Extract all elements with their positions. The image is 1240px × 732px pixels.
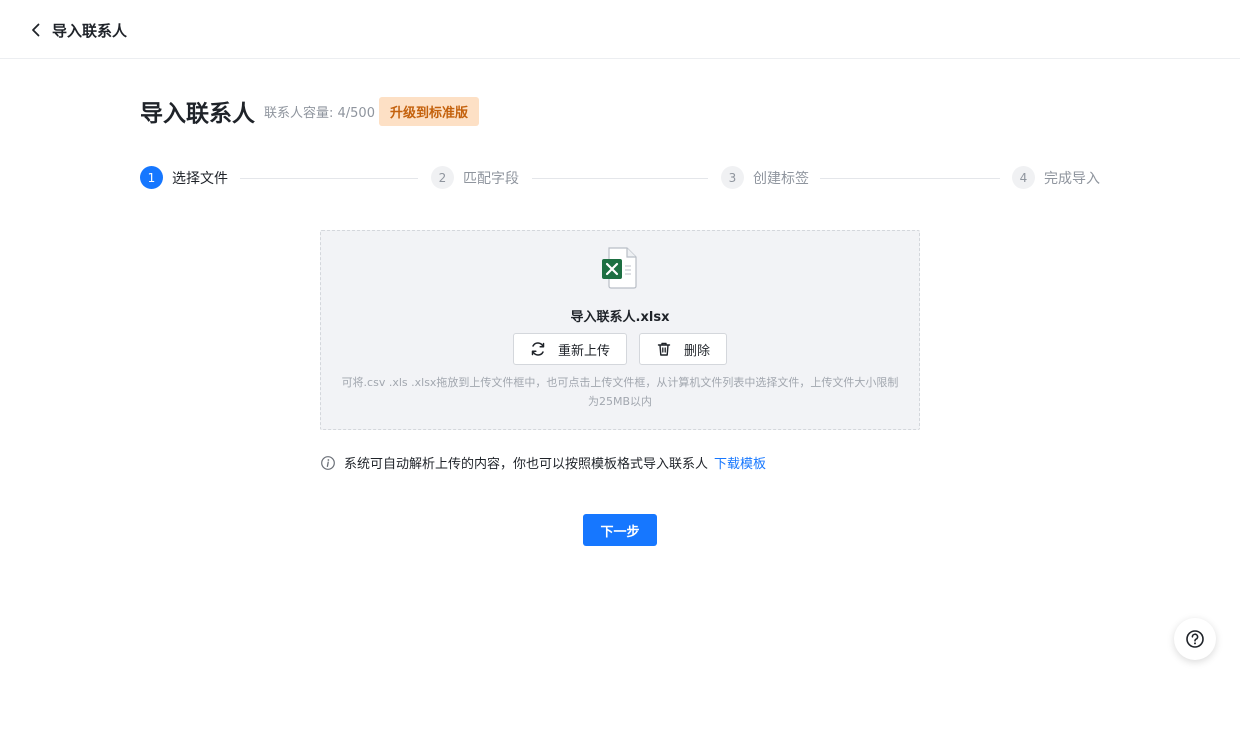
back-button[interactable]: 导入联系人 xyxy=(28,18,127,42)
step-connector xyxy=(532,178,708,179)
step-label: 选择文件 xyxy=(172,170,228,187)
step-match-fields: 2 匹配字段 xyxy=(431,166,519,189)
step-label: 匹配字段 xyxy=(463,170,519,187)
download-template-link[interactable]: 下载模板 xyxy=(714,453,766,472)
steps-bar: 1 选择文件 2 匹配字段 3 创建标签 4 完成导入 xyxy=(140,166,1100,190)
reupload-label: 重新上传 xyxy=(557,343,610,359)
trash-icon xyxy=(657,342,671,356)
upload-dropzone[interactable]: 导入联系人.xlsx 重新上传 删除 可将.csv .xls .xlsx拖放到上… xyxy=(320,230,920,430)
step-connector xyxy=(240,178,418,179)
step-number: 4 xyxy=(1012,166,1035,189)
refresh-icon xyxy=(531,342,545,356)
contact-capacity: 联系人容量: 4/500 xyxy=(264,105,375,121)
step-label: 创建标签 xyxy=(753,170,809,187)
reupload-button[interactable]: 重新上传 xyxy=(512,333,627,365)
step-select-file: 1 选择文件 xyxy=(140,166,228,189)
step-create-tags: 3 创建标签 xyxy=(721,166,809,189)
step-number: 3 xyxy=(721,166,744,189)
upgrade-button[interactable]: 升级到标准版 xyxy=(378,96,479,126)
page-title: 导入联系人 xyxy=(140,101,255,127)
step-finish-import: 4 完成导入 xyxy=(1012,166,1100,189)
next-step-button[interactable]: 下一步 xyxy=(583,514,657,546)
excel-file-icon xyxy=(602,247,637,289)
header-title: 导入联系人 xyxy=(52,21,128,40)
question-icon xyxy=(1186,630,1204,648)
top-bar: 导入联系人 xyxy=(0,0,1240,59)
chevron-left-icon xyxy=(32,23,40,37)
step-label: 完成导入 xyxy=(1044,170,1100,187)
uploaded-file-name: 导入联系人.xlsx xyxy=(570,310,670,325)
help-button[interactable] xyxy=(1174,618,1216,660)
step-connector xyxy=(820,178,1000,179)
delete-button[interactable]: 删除 xyxy=(639,333,728,365)
info-icon xyxy=(321,455,335,470)
upload-actions: 重新上传 删除 xyxy=(321,333,919,365)
upload-hint: 可将.csv .xls .xlsx拖放到上传文件框中，也可点击上传文件框，从计算… xyxy=(341,376,899,408)
page-header: 导入联系人 联系人容量: 4/500 升级到标准版 xyxy=(140,94,479,128)
info-text: 系统可自动解析上传的内容，你也可以按照模板格式导入联系人 xyxy=(344,457,709,472)
delete-label: 删除 xyxy=(684,343,711,359)
step-number: 2 xyxy=(431,166,454,189)
step-number: 1 xyxy=(140,166,163,189)
template-info: 系统可自动解析上传的内容，你也可以按照模板格式导入联系人 下载模板 xyxy=(320,453,766,472)
